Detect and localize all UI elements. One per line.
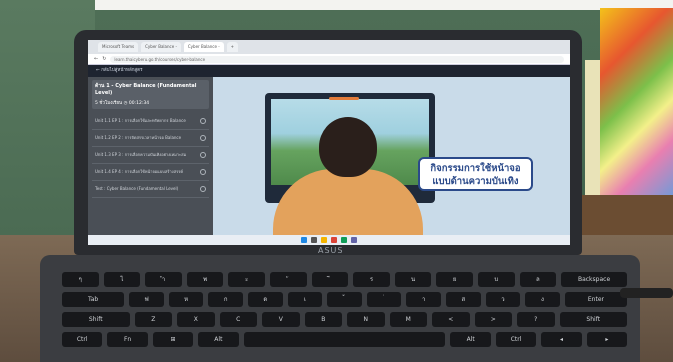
chrome-icon[interactable] <box>331 237 337 243</box>
status-icon <box>200 118 206 124</box>
keyboard: ๆไำพะัี รนยบล Backspace Tab ฟหกดเ้่ าสวง Ente… <box>62 272 628 362</box>
video-caption: กิจกรรมการใช้หน้าจอ แบบด้านความบันเทิง <box>418 157 533 191</box>
keyboard-key[interactable]: ⊞ <box>152 332 194 347</box>
keyboard-key[interactable]: ่ <box>366 292 402 307</box>
back-to-course-link[interactable]: ← กลับไปสู่หน้าหลักสูตร <box>88 65 570 77</box>
course-title: ด้าน 1 - Cyber Balance (Fundamental Leve… <box>95 83 197 96</box>
unit-item[interactable]: Test : Cyber Balance (Fundamental Level) <box>92 181 209 198</box>
keyboard-key[interactable]: ะ <box>228 272 265 287</box>
video-player[interactable]: กิจกรรมการใช้หน้าจอ แบบด้านความบันเทิง <box>213 77 570 237</box>
status-icon <box>200 169 206 175</box>
new-tab-button[interactable]: + <box>226 42 238 52</box>
lms-body: ด้าน 1 - Cyber Balance (Fundamental Leve… <box>88 77 570 237</box>
store-icon[interactable] <box>341 237 347 243</box>
keyboard-key[interactable]: N <box>347 312 385 327</box>
keyboard-key[interactable]: ้ <box>327 292 362 307</box>
keyboard-key[interactable]: ล <box>519 272 557 287</box>
keyboard-key[interactable]: Ctrl <box>62 332 103 347</box>
keyboard-key[interactable]: Enter <box>564 292 628 307</box>
unit-item[interactable]: Unit 1.1 EP 1 : การเลือกใช้และทรัพยากร B… <box>92 113 209 130</box>
keyboard-key[interactable]: ๆ <box>62 272 99 287</box>
keyboard-key[interactable]: < <box>432 312 470 327</box>
monitor-progress <box>329 97 359 100</box>
unit-label: Unit 1.1 EP 1 : การเลือกใช้และทรัพยากร B… <box>95 118 186 123</box>
keyboard-key[interactable]: ง <box>525 292 560 307</box>
keyboard-key[interactable]: X <box>177 312 215 327</box>
unit-label: Test : Cyber Balance (Fundamental Level) <box>95 186 179 191</box>
back-arrow-icon[interactable]: ← <box>94 56 98 62</box>
keyboard-key[interactable]: ั <box>269 272 307 287</box>
classroom-photo: ๆไำพะัี รนยบล Backspace Tab ฟหกดเ้่ าสวง Ente… <box>0 0 673 362</box>
keyboard-key[interactable]: ห <box>168 292 204 307</box>
usb-cable <box>620 288 673 298</box>
colorful-poster <box>600 8 673 208</box>
keyboard-key[interactable]: ไ <box>103 272 141 287</box>
keyboard-key[interactable]: Shift <box>559 312 627 327</box>
keyboard-key[interactable]: V <box>262 312 300 327</box>
keyboard-key[interactable]: ? <box>517 312 555 327</box>
keyboard-key[interactable]: ◂ <box>541 332 582 347</box>
url-field[interactable]: learn.thaicyberu.go.th/courses/cyber-bal… <box>110 55 564 63</box>
unit-label: Unit 1.2 EP 2 : การจัดสรรเวลาหน้าจอ Bala… <box>95 135 182 140</box>
keyboard-key[interactable]: ก <box>208 292 244 307</box>
search-icon[interactable] <box>311 237 317 243</box>
keyboard-key[interactable]: Alt <box>450 332 491 347</box>
keyboard-key[interactable]: า <box>406 292 442 307</box>
wall-trim <box>0 0 673 10</box>
start-icon[interactable] <box>301 237 307 243</box>
keyboard-key[interactable]: Z <box>134 312 172 327</box>
folder-icon[interactable] <box>321 237 327 243</box>
keyboard-key[interactable]: พ <box>186 272 224 287</box>
keyboard-key[interactable]: ำ <box>145 272 182 287</box>
lessons-count: 5 ชั่วโมงเรียน <box>95 101 123 106</box>
course-header[interactable]: ด้าน 1 - Cyber Balance (Fundamental Leve… <box>92 80 209 109</box>
browser-tab-active[interactable]: Cyber Balance - <box>183 42 224 52</box>
keyboard-key[interactable]: B <box>304 312 342 327</box>
status-icon <box>200 186 206 192</box>
keyboard-key[interactable]: Ctrl <box>495 332 537 347</box>
status-icon <box>200 135 206 141</box>
keyboard-key[interactable]: เ <box>287 292 323 307</box>
reload-icon[interactable]: ↻ <box>102 56 106 62</box>
browser-tab[interactable]: Microsoft Teams <box>98 42 139 52</box>
keyboard-key[interactable] <box>243 332 446 347</box>
keyboard-key[interactable]: ี <box>311 272 349 287</box>
keyboard-key[interactable]: ▸ <box>586 332 628 347</box>
keyboard-key[interactable]: Shift <box>62 312 130 327</box>
keyboard-key[interactable]: ส <box>446 292 481 307</box>
unit-item[interactable]: Unit 1.3 EP 3 : การเลือกความบันเทิงอย่าง… <box>92 147 209 164</box>
address-bar-row: ← ↻ learn.thaicyberu.go.th/courses/cyber… <box>88 54 570 65</box>
unit-label: Unit 1.3 EP 3 : การเลือกความบันเทิงอย่าง… <box>95 152 187 157</box>
unit-item[interactable]: Unit 1.4 EP 4 : การเลือกใช้หน้าจอแบบสร้า… <box>92 164 209 181</box>
browser-tab[interactable]: Cyber Balance - <box>141 42 181 52</box>
course-meta: 5 ชั่วโมงเรียน ◷ 00:12:34 <box>95 99 206 106</box>
keyboard-key[interactable]: ร <box>353 272 390 287</box>
viewer-head <box>319 117 377 177</box>
keyboard-key[interactable]: > <box>474 312 512 327</box>
course-duration: 00:12:34 <box>128 101 150 106</box>
keyboard-key[interactable]: น <box>394 272 432 287</box>
laptop-brand-logo: ASUS <box>318 246 344 255</box>
keyboard-key[interactable]: C <box>219 312 257 327</box>
keyboard-key[interactable]: ว <box>485 292 521 307</box>
browser-tab-bar: Microsoft Teams Cyber Balance - Cyber Ba… <box>88 40 570 54</box>
keyboard-key[interactable]: บ <box>477 272 515 287</box>
keyboard-key[interactable]: Tab <box>62 292 125 307</box>
wooden-shelf <box>580 195 673 240</box>
keyboard-key[interactable]: Backspace <box>561 272 627 287</box>
laptop-screen: Microsoft Teams Cyber Balance - Cyber Ba… <box>88 40 570 245</box>
keyboard-key[interactable]: Fn <box>107 332 148 347</box>
keyboard-key[interactable]: ฟ <box>129 292 164 307</box>
unit-item[interactable]: Unit 1.2 EP 2 : การจัดสรรเวลาหน้าจอ Bala… <box>92 130 209 147</box>
keyboard-key[interactable]: M <box>389 312 427 327</box>
course-sidebar: ด้าน 1 - Cyber Balance (Fundamental Leve… <box>88 77 213 237</box>
keyboard-key[interactable]: Alt <box>198 332 239 347</box>
status-icon <box>200 152 206 158</box>
unit-label: Unit 1.4 EP 4 : การเลือกใช้หน้าจอแบบสร้า… <box>95 169 184 174</box>
teams-icon[interactable] <box>351 237 357 243</box>
keyboard-key[interactable]: ด <box>248 292 283 307</box>
keyboard-key[interactable]: ย <box>436 272 473 287</box>
windows-taskbar <box>88 235 570 245</box>
